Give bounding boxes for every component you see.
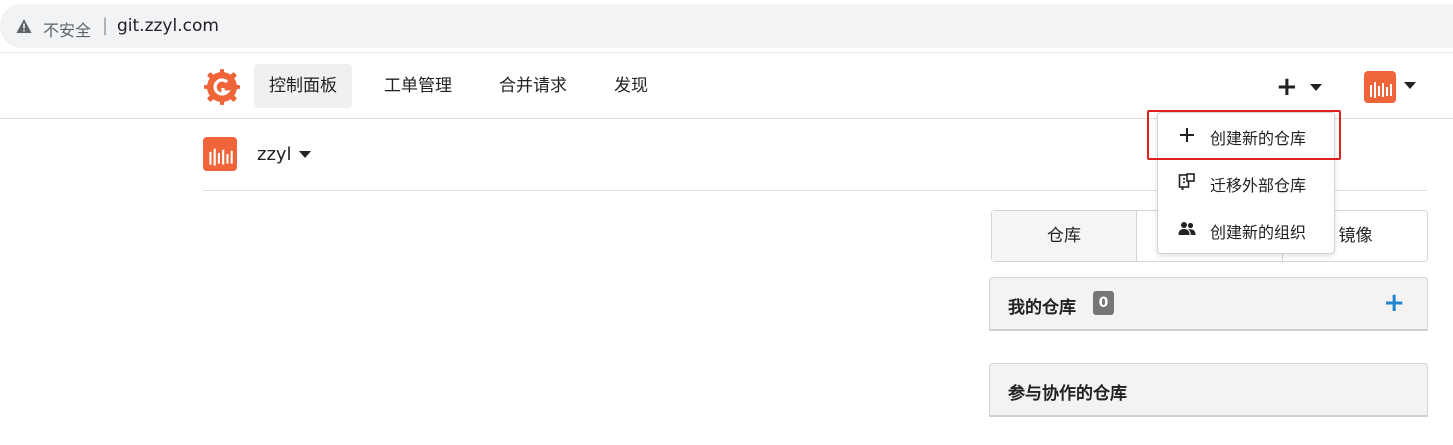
separator: | [102, 15, 109, 36]
security-label[interactable]: 不安全 [43, 17, 91, 41]
organization-icon [1178, 222, 1196, 235]
create-dropdown-button[interactable]: + [1272, 73, 1328, 101]
avatar-bars-icon [1364, 73, 1396, 103]
migrate-icon [1178, 173, 1195, 190]
user-menu-button[interactable] [1364, 71, 1424, 103]
add-repo-plus-icon[interactable]: + [1383, 288, 1405, 318]
context-user-name[interactable]: zzyl [257, 144, 292, 165]
my-repos-title: 我的仓库 [1008, 298, 1076, 318]
browser-toolbar: 不安全 | git.zzyl.com [0, 0, 1453, 52]
nav-explore[interactable]: 发现 [599, 64, 663, 108]
menu-item-new-org[interactable]: 创建新的组织 [1158, 207, 1334, 253]
gitea-logo-icon[interactable] [204, 69, 240, 105]
context-avatar[interactable] [203, 137, 237, 171]
nav-issues[interactable]: 工单管理 [369, 64, 467, 108]
url-text[interactable]: git.zzyl.com [117, 16, 219, 36]
avatar [1364, 71, 1396, 103]
top-nav: 控制面板 工单管理 合并请求 发现 + [0, 52, 1453, 119]
chevron-down-icon [1404, 82, 1416, 89]
plus-icon: + [1276, 72, 1298, 102]
address-bar[interactable]: 不安全 | git.zzyl.com [0, 4, 1453, 48]
annotation-highlight-box [1147, 110, 1341, 160]
nav-pull-requests[interactable]: 合并请求 [484, 64, 582, 108]
collab-repos-header: 参与协作的仓库 [989, 363, 1428, 417]
menu-item-label: 创建新的组织 [1210, 223, 1307, 242]
chevron-down-icon [1310, 84, 1322, 91]
menu-item-migrate-repo[interactable]: 迁移外部仓库 [1158, 160, 1334, 206]
my-repos-header: 我的仓库 0 + [989, 277, 1428, 331]
avatar-bars-icon [203, 139, 237, 171]
nav-dashboard[interactable]: 控制面板 [254, 64, 352, 108]
tab-repositories[interactable]: 仓库 [992, 211, 1137, 261]
menu-item-label: 迁移外部仓库 [1210, 176, 1307, 195]
chevron-down-icon[interactable] [299, 151, 311, 158]
warning-icon[interactable] [16, 18, 32, 34]
repo-count-badge: 0 [1093, 291, 1114, 315]
collab-repos-title: 参与协作的仓库 [1008, 384, 1127, 404]
